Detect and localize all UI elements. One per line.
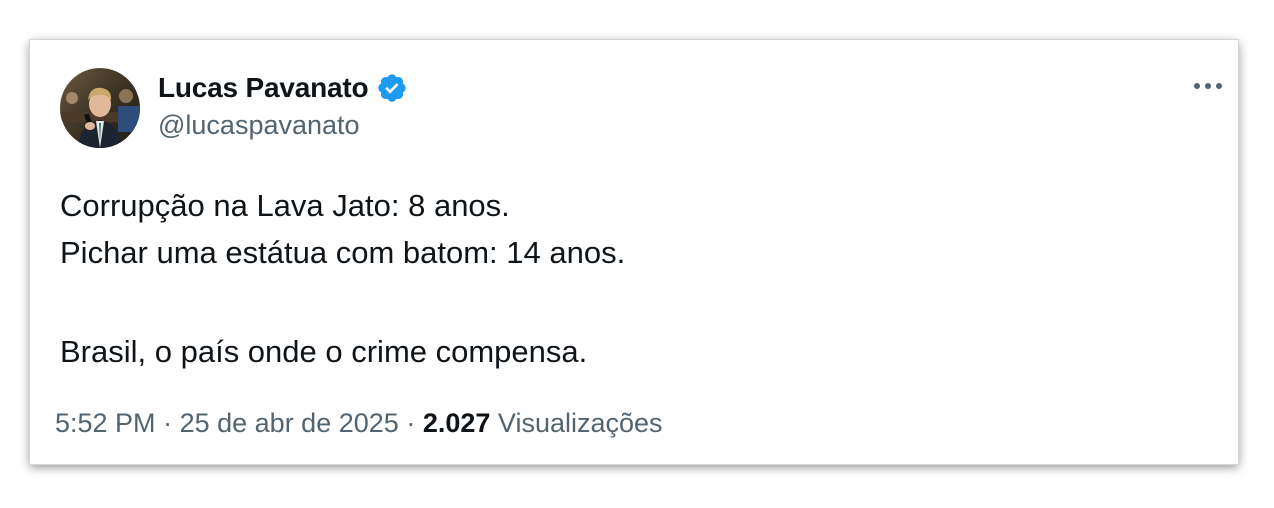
meta-separator: ·	[406, 408, 416, 438]
avatar-photo	[60, 68, 140, 148]
views-label: Visualizações	[497, 408, 663, 438]
verified-badge-icon[interactable]	[376, 72, 408, 104]
author-handle[interactable]: @lucaspavanato	[158, 110, 360, 141]
views-count: 2.027	[422, 408, 491, 438]
tweet-line: Pichar uma estátua com batom: 14 anos.	[60, 235, 626, 270]
tweet-card: Lucas Pavanato @lucaspavanato Corrupção …	[30, 40, 1238, 464]
dot-icon	[1194, 83, 1200, 89]
tweet-line: Brasil, o país onde o crime compensa.	[60, 334, 588, 369]
tweet-text: Corrupção na Lava Jato: 8 anos. Pichar u…	[60, 182, 1200, 375]
dot-icon	[1216, 83, 1222, 89]
tweet-time[interactable]: 5:52 PM	[55, 408, 156, 438]
meta-separator: ·	[163, 408, 173, 438]
avatar[interactable]	[60, 68, 140, 148]
dot-icon	[1205, 83, 1211, 89]
tweet-meta: 5:52 PM · 25 de abr de 2025 · 2.027 Visu…	[55, 408, 663, 439]
author-name-row: Lucas Pavanato	[158, 68, 408, 108]
more-options-icon[interactable]	[1190, 74, 1226, 98]
author-display-name[interactable]: Lucas Pavanato	[158, 72, 369, 104]
tweet-date[interactable]: 25 de abr de 2025	[180, 408, 399, 438]
tweet-line: Corrupção na Lava Jato: 8 anos.	[60, 188, 510, 223]
